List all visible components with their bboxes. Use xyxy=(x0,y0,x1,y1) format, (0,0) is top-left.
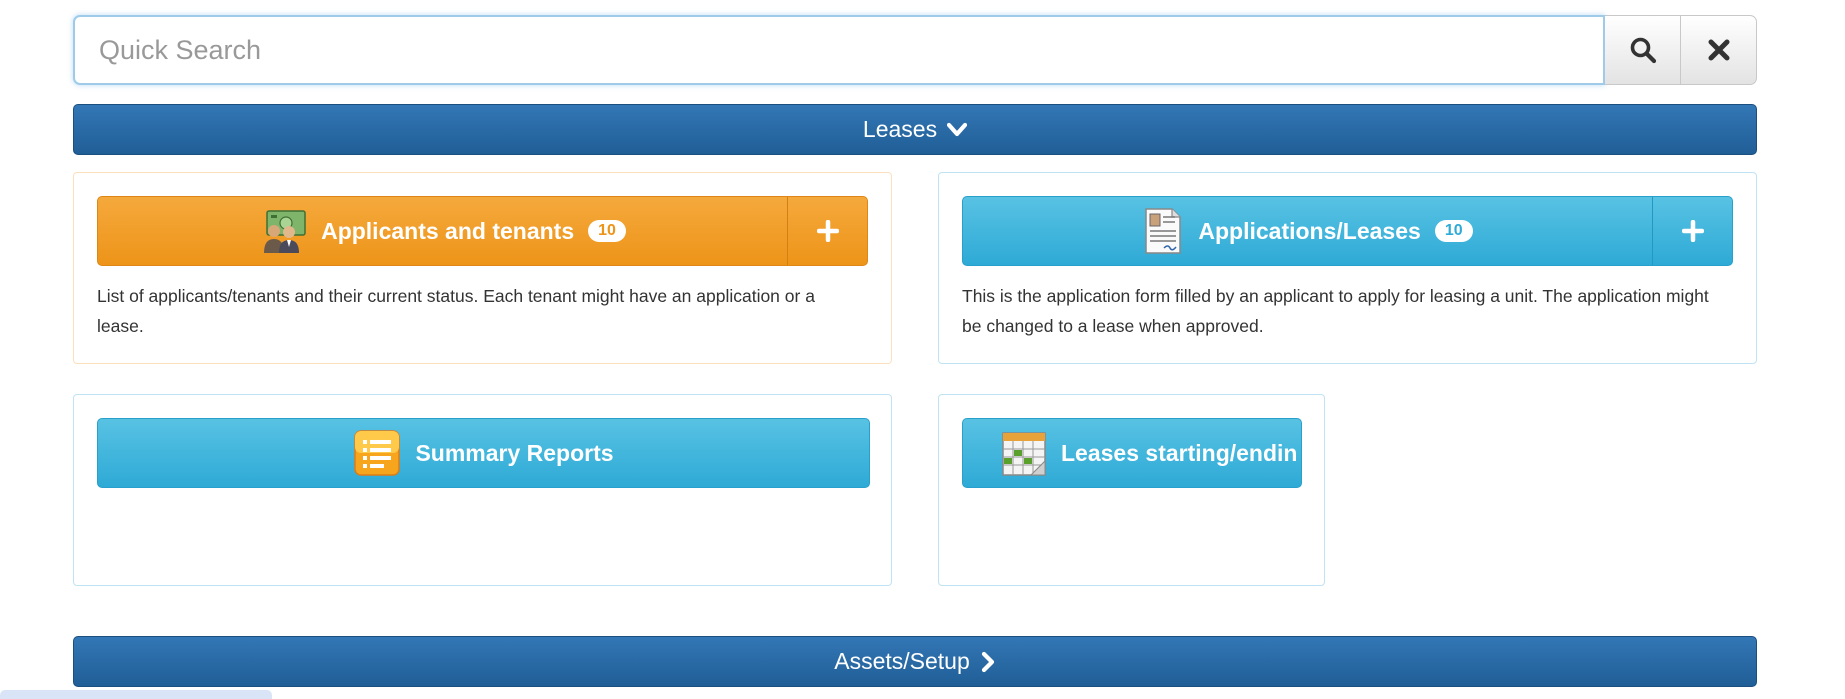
plus-icon xyxy=(816,220,839,242)
assets-setup-section-header[interactable]: Assets/Setup xyxy=(73,636,1757,687)
leases-starting-ending-button[interactable]: Leases starting/endin xyxy=(962,418,1302,488)
applications-leases-button-group: Applications/Leases 10 xyxy=(962,196,1733,266)
leases-section-header[interactable]: Leases xyxy=(73,104,1757,155)
summary-reports-button-content: Summary Reports xyxy=(98,419,869,487)
summary-reports-card: Summary Reports xyxy=(73,394,892,586)
applicants-tenants-button[interactable]: Applicants and tenants 10 xyxy=(98,197,787,265)
applications-leases-count-badge: 10 xyxy=(1434,220,1473,242)
chevron-right-icon xyxy=(981,651,994,672)
leases-starting-ending-button-content: Leases starting/endin xyxy=(963,419,1301,487)
applications-leases-card: Applications/Leases 10 This is the appli… xyxy=(938,172,1757,364)
plus-icon xyxy=(1681,220,1704,242)
applications-leases-description: This is the application form filled by a… xyxy=(962,286,1709,336)
summary-reports-title: Summary Reports xyxy=(415,439,614,466)
applicants-tenants-title: Applicants and tenants xyxy=(321,217,575,244)
applicants-tenants-description: List of applicants/tenants and their cur… xyxy=(97,286,815,336)
add-application-button[interactable] xyxy=(1652,197,1732,265)
summary-reports-button[interactable]: Summary Reports xyxy=(97,418,870,488)
chevron-down-icon xyxy=(947,122,968,136)
magnifier-icon xyxy=(1630,37,1656,64)
applications-leases-title: Applications/Leases xyxy=(1198,217,1421,244)
horizontal-scrollbar-thumb[interactable] xyxy=(0,690,272,699)
add-applicant-button[interactable] xyxy=(787,197,867,265)
quick-search-bar xyxy=(73,15,1757,85)
applicants-tenants-count-badge: 10 xyxy=(588,220,626,242)
leases-section-label: Leases xyxy=(862,116,938,142)
report-list-icon xyxy=(354,430,401,476)
applicants-tenants-card: Applicants and tenants 10 List of applic… xyxy=(73,172,892,364)
close-icon xyxy=(1708,39,1729,61)
leases-starting-ending-card: Leases starting/endin xyxy=(938,394,1325,586)
applications-leases-button[interactable]: Applications/Leases 10 xyxy=(963,197,1652,265)
tenants-money-icon xyxy=(264,210,306,253)
calendar-grid-icon xyxy=(1002,432,1046,476)
quick-search-input[interactable] xyxy=(73,15,1605,85)
leases-starting-ending-title: Leases starting/endin xyxy=(1061,439,1298,466)
dashboard-page: Leases Applicants and tenants 10 xyxy=(0,0,1845,699)
applicants-tenants-button-group: Applicants and tenants 10 xyxy=(97,196,868,266)
clear-search-button[interactable] xyxy=(1681,15,1757,85)
application-form-icon xyxy=(1145,208,1182,254)
assets-setup-section-label: Assets/Setup xyxy=(834,648,970,674)
search-button[interactable] xyxy=(1605,15,1681,85)
